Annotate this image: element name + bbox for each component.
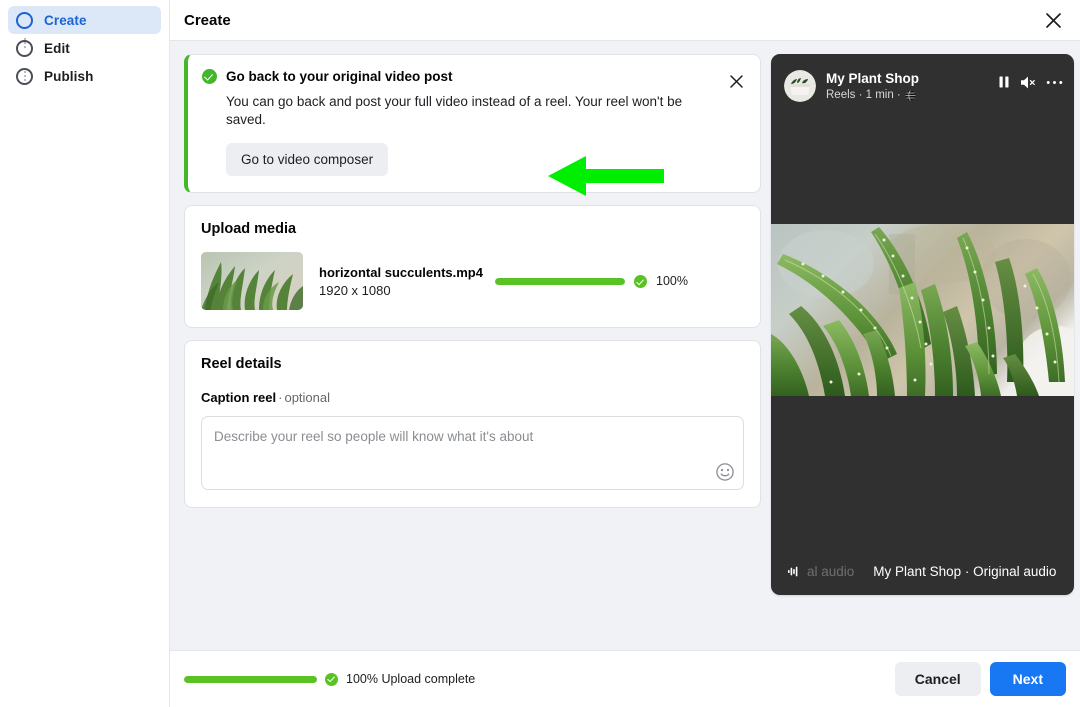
aloe-vera-plants-closeup-image [771,224,1074,396]
page-title: Create [184,12,231,29]
green-check-circle-icon [202,69,217,84]
progress-fill [495,278,625,285]
audio-wave-button[interactable] [787,565,800,578]
preview-header: My Plant Shop Reels · 1 min · [771,54,1074,107]
preview-controls [997,75,1063,98]
go-back-banner: Go back to your original video post You … [184,54,761,193]
upload-progress-label: 100% [656,274,688,288]
sidebar-item-label: Edit [44,41,70,56]
cancel-button[interactable]: Cancel [895,662,981,696]
upload-progress: 100% [495,274,744,288]
reels-composer-window: Create Edit Publish Create [0,0,1080,707]
media-row: horizontal succulents.mp4 1920 x 1080 10… [201,252,744,310]
audio-wave-icon [787,565,800,578]
audio-marquee-text: My Plant Shop · Original audio [873,564,1056,579]
go-to-video-composer-button[interactable]: Go to video composer [226,143,388,176]
caption-input[interactable] [202,417,743,489]
preview-author-name: My Plant Shop [826,71,987,87]
preview-author-block: My Plant Shop Reels · 1 min · [826,71,987,101]
preview-meta-text: Reels · 1 min · [826,89,901,101]
media-meta: horizontal succulents.mp4 1920 x 1080 [319,265,479,298]
avatar [784,70,816,102]
preview-meta: Reels · 1 min · [826,89,987,101]
close-dialog-button[interactable] [1037,4,1069,36]
reel-details-card: Reel details Caption reel·optional [184,340,761,508]
dialog-footer: 100% Upload complete Cancel Next [170,650,1080,707]
upload-complete-check-icon [325,673,338,686]
main-pane: Create Go back to your original video po… [170,0,1080,707]
footer-progress-track [184,676,317,683]
form-column: Go back to your original video post You … [170,54,771,650]
plant-shop-avatar-icon [784,70,816,102]
preview-column: My Plant Shop Reels · 1 min · [771,54,1080,650]
pane-header: Create [170,0,1080,41]
dismiss-banner-button[interactable] [721,66,751,96]
sidebar-item-publish[interactable]: Publish [8,62,161,90]
pane-body: Go back to your original video post You … [170,41,1080,650]
mute-button[interactable] [1020,75,1037,90]
emoji-picker-button[interactable] [715,462,735,482]
sidebar-item-create[interactable]: Create [8,6,161,34]
caption-label-text: Caption reel [201,390,276,405]
upload-media-card: Upload media [184,205,761,328]
caption-input-wrapper[interactable] [201,416,744,490]
progress-track [495,278,625,285]
reel-preview-player[interactable]: My Plant Shop Reels · 1 min · [771,54,1074,595]
more-options-button[interactable] [1046,80,1063,85]
sidebar-stepper: Create Edit Publish [0,0,170,707]
video-frame [771,224,1074,396]
close-icon [729,74,744,89]
pause-button[interactable] [997,75,1011,89]
banner-title: Go back to your original video post [226,69,453,84]
footer-upload-progress: 100% Upload complete [184,672,475,686]
step-circle-icon [16,40,33,57]
succulent-plant-thumbnail-icon [201,252,303,310]
upload-status-text: 100% Upload complete [346,672,475,686]
banner-content: Go back to your original video post You … [188,55,721,192]
media-thumbnail [201,252,303,310]
footer-actions: Cancel Next [895,662,1066,696]
audio-marquee-ghost-text: al audio [807,564,854,579]
upload-media-title: Upload media [201,221,744,237]
media-file-name: horizontal succulents.mp4 [319,265,479,280]
mute-icon [1020,75,1037,90]
step-circle-icon [16,68,33,85]
step-circle-icon [16,12,33,29]
sidebar-item-label: Publish [44,69,93,84]
next-button[interactable]: Next [990,662,1066,696]
footer-progress-fill [184,676,317,683]
sidebar-item-edit[interactable]: Edit [8,34,161,62]
media-dimensions: 1920 x 1080 [319,283,479,298]
more-options-icon [1046,80,1063,85]
banner-body-text: You can go back and post your full video… [226,93,707,129]
banner-title-row: Go back to your original video post [202,69,707,84]
pause-icon [997,75,1011,89]
reel-details-title: Reel details [201,356,744,372]
close-icon [1045,12,1062,29]
emoji-smiley-icon [715,462,735,482]
upload-complete-check-icon [634,275,647,288]
globe-icon [905,90,916,101]
sidebar-item-label: Create [44,13,87,28]
caption-field-label: Caption reel·optional [201,390,744,405]
caption-optional-text: optional [284,390,330,405]
audio-attribution-bar[interactable]: al audio My Plant Shop · Original audio [771,561,1074,581]
